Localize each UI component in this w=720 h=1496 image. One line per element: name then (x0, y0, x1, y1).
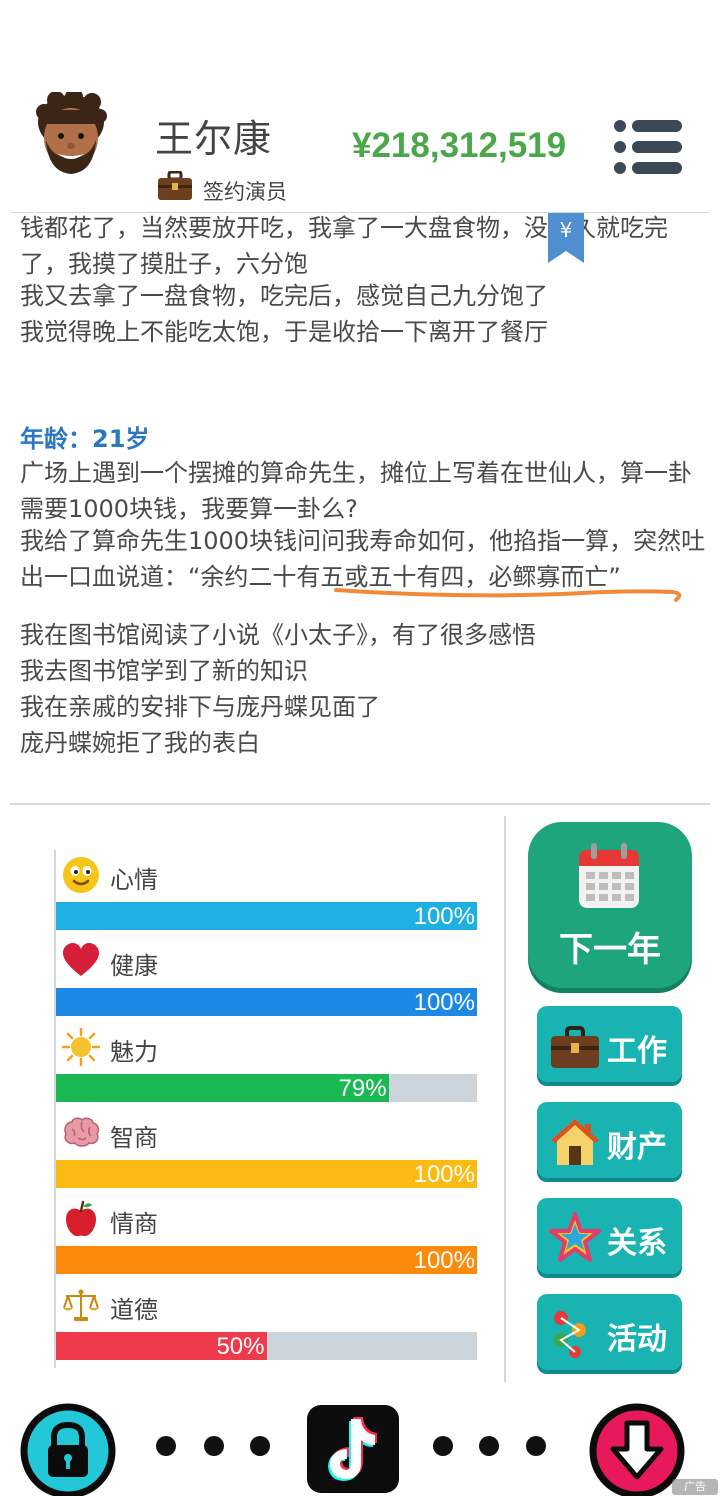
stat-bar: 100% (56, 902, 477, 930)
stat-label: 健康 (110, 952, 158, 980)
job-title: 签约演员 (203, 180, 287, 204)
panel-divider (504, 816, 506, 1382)
stat-eq: 情商 100% (56, 1196, 477, 1282)
apple-icon (66, 1200, 96, 1237)
property-label: 财产 (607, 1130, 667, 1165)
dot (526, 1436, 546, 1456)
work-button[interactable]: 工作 (537, 1006, 682, 1082)
log-divider (10, 803, 710, 805)
relations-button[interactable]: 关系 (537, 1198, 682, 1274)
stat-value: 100% (413, 1161, 475, 1188)
stat-label: 道德 (110, 1296, 158, 1324)
menu-icon[interactable] (612, 118, 684, 176)
log-entry: 庞丹蝶婉拒了我的表白 (20, 729, 260, 757)
avatar[interactable] (34, 92, 108, 176)
activities-icon (554, 1311, 586, 1358)
stat-bar: 100% (56, 1246, 477, 1274)
money-balance: ¥218,312,519 (352, 126, 567, 165)
stat-morality: 道德 50% (56, 1282, 477, 1368)
download-icon[interactable] (589, 1403, 685, 1496)
heart-icon (63, 943, 99, 976)
stat-health: 健康 100% (56, 938, 477, 1024)
brain-icon (64, 1117, 100, 1147)
stat-bar: 100% (56, 1160, 477, 1188)
smiley-icon (63, 857, 99, 893)
work-label: 工作 (607, 1034, 667, 1069)
header: 王尔康 签约演员 ¥218,312,519 (0, 0, 720, 212)
sun-icon (62, 1028, 100, 1066)
stat-value: 100% (413, 1247, 475, 1274)
next-year-button[interactable]: 下一年 (528, 822, 692, 988)
next-year-label: 下一年 (559, 930, 661, 970)
stat-value: 100% (413, 903, 475, 930)
stat-label: 智商 (110, 1124, 158, 1152)
dot (204, 1436, 224, 1456)
stat-label: 魅力 (110, 1038, 158, 1066)
ad-label: 广告 (672, 1479, 718, 1495)
life-log[interactable]: 钱都花了，当然要放开吃，我拿了一大盘食物，没多久就吃完了，我摸了摸肚子，六分饱 … (0, 213, 720, 801)
log-entry: 我在亲戚的安排下与庞丹蝶见面了 (20, 693, 380, 721)
stat-bar: 79% (56, 1074, 477, 1102)
bookmark-icon[interactable]: ¥ (546, 213, 586, 265)
star-icon (549, 1212, 601, 1262)
player-name: 王尔康 (155, 117, 273, 161)
activities-label: 活动 (607, 1322, 667, 1357)
dot (433, 1436, 453, 1456)
dot (250, 1436, 270, 1456)
bookmark-symbol: ¥ (560, 218, 573, 242)
stats-panel: 心情 100% 健康 100% 魅力 79% 智商 100% 情商 100% 道… (0, 806, 505, 1386)
scales-icon (63, 1289, 99, 1321)
stat-iq: 智商 100% (56, 1110, 477, 1196)
log-entry: 我在图书馆阅读了小说《小太子》，有了很多感悟 (20, 621, 536, 649)
dot (156, 1436, 176, 1456)
highlight-underline (334, 588, 682, 602)
briefcase-icon (158, 171, 192, 200)
stat-label: 心情 (110, 866, 158, 894)
tiktok-icon (328, 1417, 377, 1481)
dot (479, 1436, 499, 1456)
stat-mood: 心情 100% (56, 852, 477, 938)
calendar-icon (579, 843, 639, 908)
relations-label: 关系 (607, 1226, 667, 1261)
briefcase-icon (551, 1026, 599, 1068)
stat-bar: 100% (56, 988, 477, 1016)
log-entry: 我又去拿了一盘食物，吃完后，感觉自己九分饱了 (20, 282, 548, 310)
stat-value: 100% (413, 989, 475, 1016)
lock-icon[interactable] (20, 1403, 116, 1496)
tiktok-button[interactable] (307, 1405, 399, 1493)
age-heading: 年龄：21岁 (20, 425, 150, 453)
stat-bar: 50% (56, 1332, 477, 1360)
log-entry: 我去图书馆学到了新的知识 (20, 657, 308, 685)
stat-value: 79% (338, 1075, 387, 1102)
stat-label: 情商 (110, 1210, 158, 1238)
stat-charm: 魅力 79% (56, 1024, 477, 1110)
log-entry: 钱都花了，当然要放开吃，我拿了一大盘食物，没多久就吃完了，我摸了摸肚子，六分饱 (20, 214, 668, 278)
activities-button[interactable]: 活动 (537, 1294, 682, 1370)
log-entry: 广场上遇到一个摆摊的算命先生，摊位上写着在世仙人，算一卦需要1000块钱，我要算… (20, 459, 692, 523)
stat-value: 50% (216, 1333, 265, 1360)
house-icon (551, 1119, 599, 1165)
log-entry: 我觉得晚上不能吃太饱，于是收拾一下离开了餐厅 (20, 318, 548, 346)
property-button[interactable]: 财产 (537, 1102, 682, 1178)
